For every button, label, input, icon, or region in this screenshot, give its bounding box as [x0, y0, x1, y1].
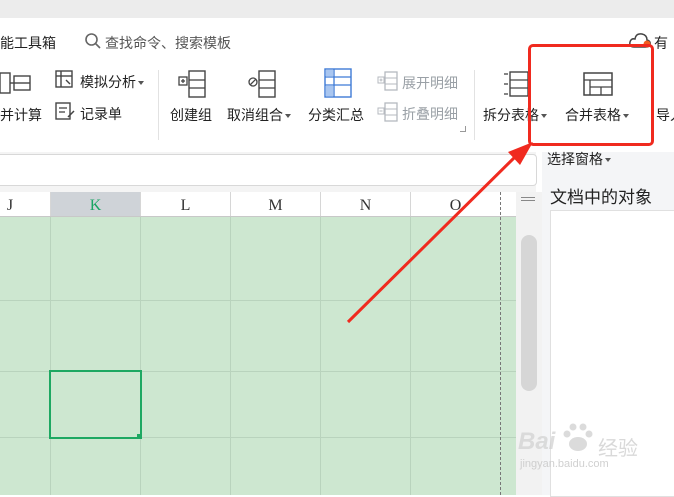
what-if-caret-icon [138, 81, 144, 86]
grid-line [320, 217, 321, 495]
grid-line [140, 217, 141, 495]
ungroup-icon[interactable] [247, 69, 279, 99]
what-if-icon[interactable] [55, 70, 75, 90]
annotation-highlight-box [528, 44, 654, 146]
record-form-button[interactable]: 记录单 [80, 104, 122, 124]
ungroup-button[interactable]: 取消组合 [227, 105, 291, 125]
create-group-button[interactable]: 创建组 [170, 105, 212, 125]
merge-calc-icon[interactable] [0, 70, 34, 96]
header-divider [50, 192, 51, 216]
toolbox-menu[interactable]: 能工具箱 [0, 33, 56, 53]
subtotal-button[interactable]: 分类汇总 [308, 105, 364, 125]
fill-handle[interactable] [137, 434, 142, 439]
select-pane-dropdown[interactable]: 选择窗格 [547, 149, 611, 169]
column-header-k[interactable]: K [51, 192, 140, 216]
header-divider [230, 192, 231, 216]
grid-line [50, 217, 51, 495]
ribbon-divider [158, 70, 159, 140]
subtotal-icon[interactable] [322, 67, 354, 99]
watermark-url: jingyan.baidu.com [520, 458, 609, 470]
watermark-brand-2: 经验 [598, 438, 638, 460]
ungroup-label: 取消组合 [227, 107, 283, 123]
collapse-detail-button[interactable]: 折叠明细 [402, 104, 458, 124]
header-divider [320, 192, 321, 216]
ungroup-caret-icon [285, 114, 291, 119]
what-if-label: 模拟分析 [80, 74, 136, 90]
column-header-l[interactable]: L [141, 192, 230, 216]
create-group-icon[interactable] [177, 69, 209, 99]
record-form-icon[interactable] [55, 101, 75, 121]
watermark-brand: Bai [518, 428, 556, 455]
title-strip [0, 0, 674, 18]
expand-detail-icon[interactable] [377, 71, 399, 91]
annotation-arrow-icon [346, 142, 533, 324]
objects-title: 文档中的对象 [550, 188, 652, 207]
import-button[interactable]: 导入 [656, 105, 674, 125]
column-header-j[interactable]: J [0, 192, 20, 216]
selected-cell[interactable] [49, 370, 142, 439]
column-header-m[interactable]: M [231, 192, 320, 216]
expand-detail-button[interactable]: 展开明细 [402, 73, 458, 93]
paw-logo-icon [560, 420, 596, 454]
collapse-detail-icon[interactable] [377, 102, 399, 122]
search-icon[interactable] [84, 32, 102, 50]
select-pane-caret-icon [605, 158, 611, 163]
grid-line [230, 217, 231, 495]
user-label[interactable]: 有 [654, 33, 668, 53]
search-input[interactable]: 查找命令、搜索模板 [105, 33, 231, 53]
header-divider [140, 192, 141, 216]
what-if-button[interactable]: 模拟分析 [80, 72, 144, 92]
select-pane-label: 选择窗格 [547, 151, 603, 167]
merge-calc-button[interactable]: 并计算 [0, 105, 42, 125]
